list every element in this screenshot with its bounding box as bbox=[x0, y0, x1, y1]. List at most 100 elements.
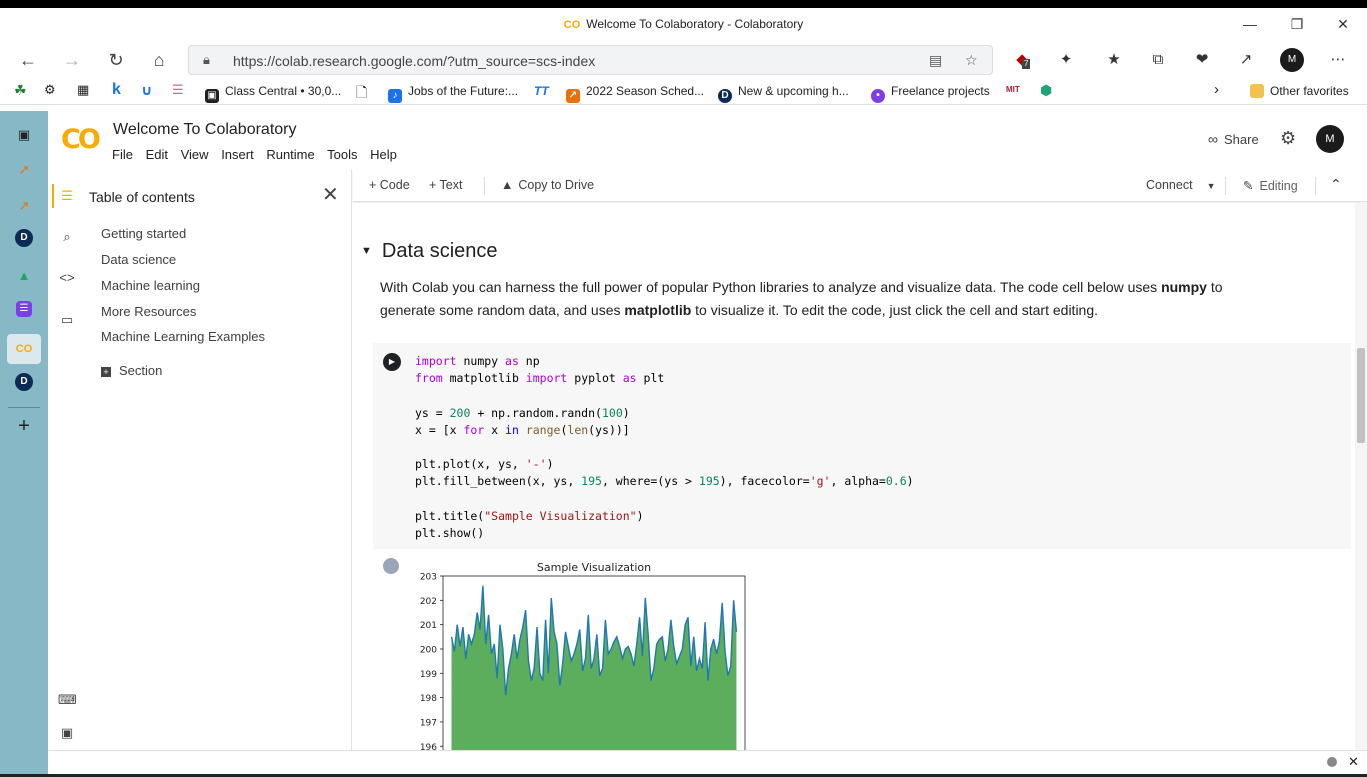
bookmarks-overflow-chevron-icon[interactable]: › bbox=[1214, 81, 1219, 98]
bookmark-page-icon[interactable]: 🗋︎ bbox=[356, 82, 367, 106]
command-palette-icon[interactable]: ⌨ bbox=[58, 691, 77, 709]
bookmark-k-icon[interactable]: k bbox=[112, 81, 121, 99]
colab-logo[interactable]: CO bbox=[61, 124, 101, 155]
tab-devpost-icon[interactable]: D bbox=[15, 229, 33, 247]
y-tick-label: 196 bbox=[420, 743, 437, 750]
refresh-button[interactable]: ↻ bbox=[102, 47, 130, 73]
notebook-title[interactable]: Welcome To Colaboratory bbox=[113, 121, 297, 139]
dismiss-status-icon[interactable]: ✕ bbox=[1348, 754, 1359, 770]
y-tick-label: 203 bbox=[420, 573, 437, 583]
lock-icon: 🔒︎ bbox=[203, 52, 210, 67]
minimize-button[interactable]: — bbox=[1230, 12, 1270, 36]
menu-edit[interactable]: Edit bbox=[146, 147, 168, 162]
notebook-scrollbar[interactable] bbox=[1355, 203, 1367, 750]
menu-help[interactable]: Help bbox=[370, 147, 397, 162]
copy-to-drive-button[interactable]: ▲ Copy to Drive bbox=[501, 178, 594, 192]
bookmark-mit-icon[interactable]: MIT bbox=[1006, 85, 1020, 94]
menu-view[interactable]: View bbox=[181, 147, 209, 162]
toc-item-data-science[interactable]: Data science bbox=[101, 252, 176, 267]
bookmark-u-icon[interactable]: ∪ bbox=[141, 82, 152, 99]
tab-actions-icon[interactable]: ▣ bbox=[12, 123, 36, 147]
y-tick-label: 198 bbox=[420, 694, 437, 704]
add-code-button[interactable]: + Code bbox=[369, 178, 410, 192]
toc-title: Table of contents bbox=[89, 189, 195, 205]
menu-file[interactable]: File bbox=[112, 147, 133, 162]
bookmark-shield-icon[interactable]: ⬢ bbox=[1040, 82, 1052, 99]
forward-button[interactable]: → bbox=[58, 47, 86, 73]
code-cell[interactable]: ▶ import numpy as np from matplotlib imp… bbox=[373, 343, 1351, 549]
output-avatar-icon bbox=[383, 558, 399, 574]
devpost-icon: D bbox=[718, 89, 732, 103]
toolbar-divider-2 bbox=[1225, 177, 1226, 195]
collections-icon[interactable]: ⧉ bbox=[1146, 49, 1170, 71]
bookmark-new-upcoming[interactable]: D New & upcoming h... bbox=[718, 84, 849, 103]
new-tab-icon[interactable]: + bbox=[12, 414, 36, 438]
browser-essentials-icon[interactable]: ❤ bbox=[1190, 49, 1214, 71]
bookmark-bars-icon[interactable]: ☰ bbox=[172, 82, 184, 98]
restore-button[interactable]: ❐ bbox=[1277, 12, 1317, 36]
share-page-icon[interactable]: ↗ bbox=[1234, 49, 1258, 71]
bookmark-class-central[interactable]: ▣ Class Central • 30,0... bbox=[205, 84, 341, 103]
window-top-border bbox=[0, 0, 1367, 8]
collapse-header-chevron-up-icon[interactable]: ⌃ bbox=[1330, 176, 1342, 193]
close-toc-icon[interactable]: ✕ bbox=[322, 182, 339, 207]
tab-forms-icon[interactable]: ☰ bbox=[16, 301, 32, 317]
add-text-button[interactable]: + Text bbox=[429, 178, 462, 192]
extensions-icon[interactable]: ✦ bbox=[1054, 49, 1078, 71]
table-of-contents-icon[interactable]: ☰ bbox=[58, 187, 76, 205]
files-folder-icon[interactable]: ▭ bbox=[58, 311, 76, 329]
menu-insert[interactable]: Insert bbox=[221, 147, 254, 162]
add-favorite-icon[interactable]: ☆ bbox=[965, 52, 978, 69]
back-button[interactable]: ← bbox=[14, 47, 42, 73]
settings-gear-icon[interactable]: ⚙ bbox=[1280, 128, 1296, 149]
editing-mode-button[interactable]: ✎ Editing bbox=[1243, 178, 1298, 193]
bookmark-season-schedule[interactable]: ↗ 2022 Season Sched... bbox=[566, 84, 704, 103]
bookmark-extension-icon[interactable]: ⚙ bbox=[44, 82, 56, 98]
ublock-extension-icon[interactable]: ◆7 bbox=[1010, 49, 1034, 71]
home-button[interactable]: ⌂ bbox=[145, 47, 173, 73]
bookmark-tt-icon[interactable]: TT bbox=[534, 84, 549, 98]
bookmark-freelance-projects[interactable]: • Freelance projects bbox=[871, 84, 990, 103]
tab-colab-icon[interactable]: CO bbox=[7, 334, 41, 364]
connect-button[interactable]: Connect ▼ bbox=[1146, 178, 1215, 192]
code-snippets-icon[interactable]: <> bbox=[58, 269, 76, 287]
bookmark-leaf-icon[interactable]: ☘ bbox=[14, 82, 27, 99]
menu-runtime[interactable]: Runtime bbox=[266, 147, 314, 162]
profile-avatar[interactable]: M bbox=[1280, 48, 1304, 72]
reader-mode-icon[interactable]: ▤ bbox=[929, 52, 942, 69]
bookmark-jobs-of-future[interactable]: ♪ Jobs of the Future:... bbox=[388, 84, 518, 103]
tab-season-schedule-icon[interactable]: ↗ bbox=[12, 158, 36, 182]
code-editor[interactable]: import numpy as np from matplotlib impor… bbox=[415, 353, 914, 542]
toc-item-getting-started[interactable]: Getting started bbox=[101, 226, 186, 241]
toc-item-ml-examples[interactable]: Machine Learning Examples bbox=[101, 329, 265, 344]
tabs-divider bbox=[8, 407, 40, 408]
season-schedule-icon: ↗ bbox=[566, 89, 580, 103]
text-cell[interactable]: With Colab you can harness the full powe… bbox=[380, 276, 1280, 322]
tab-google-drive-icon[interactable]: ▲ bbox=[12, 264, 36, 288]
url-text[interactable]: https://colab.research.google.com/?utm_s… bbox=[233, 53, 595, 69]
toc-active-indicator bbox=[52, 184, 54, 208]
terminal-icon[interactable]: ▣ bbox=[58, 724, 76, 742]
more-menu-icon[interactable]: ⋯ bbox=[1326, 49, 1350, 71]
account-avatar[interactable]: M bbox=[1316, 125, 1344, 153]
favorites-icon[interactable]: ★ bbox=[1102, 49, 1126, 71]
close-window-button[interactable]: ✕ bbox=[1323, 12, 1363, 36]
address-bar[interactable]: 🔒︎ https://colab.research.google.com/?ut… bbox=[188, 45, 993, 75]
share-button[interactable]: ∞ Share bbox=[1208, 131, 1259, 147]
menu-tools[interactable]: Tools bbox=[327, 147, 357, 162]
link-icon: ∞ bbox=[1208, 131, 1218, 147]
toc-item-machine-learning[interactable]: Machine learning bbox=[101, 278, 200, 293]
tab-season-schedule-2-icon[interactable]: ↗ bbox=[12, 194, 36, 218]
search-icon[interactable]: ⌕ bbox=[58, 228, 76, 246]
collapse-triangle-icon[interactable]: ▼ bbox=[361, 245, 372, 257]
run-cell-play-icon[interactable]: ▶ bbox=[383, 353, 401, 371]
bookmark-other-favorites[interactable]: Other favorites bbox=[1250, 84, 1349, 98]
status-strip: ✕ bbox=[48, 750, 1367, 774]
notebook-toolbar: + Code + Text ▲ Copy to Drive Connect ▼ ✎ E… bbox=[353, 170, 1367, 202]
section-heading[interactable]: ▼ Data science bbox=[361, 240, 498, 263]
toc-add-section[interactable]: + Section bbox=[101, 363, 162, 378]
bookmark-grid-icon[interactable]: ▦ bbox=[77, 82, 89, 98]
scrollbar-thumb[interactable] bbox=[1357, 348, 1365, 443]
tab-devpost-2-icon[interactable]: D bbox=[15, 373, 33, 391]
toc-item-more-resources[interactable]: More Resources bbox=[101, 304, 196, 319]
